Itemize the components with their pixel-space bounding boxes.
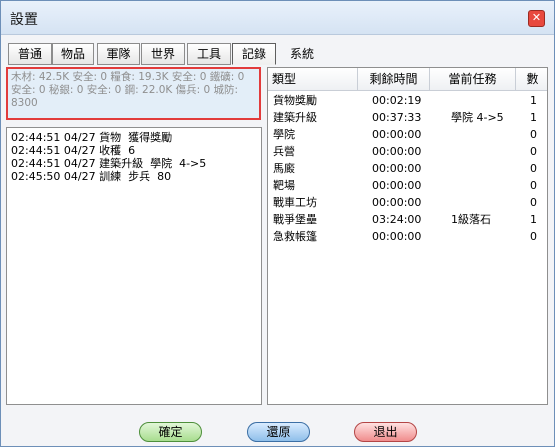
- exit-button[interactable]: 退出: [354, 422, 417, 442]
- cell-type: 貨物獎勵: [273, 94, 317, 107]
- table-row[interactable]: 戰車工坊 00:00:00 0: [268, 194, 547, 211]
- cell-type: 兵營: [273, 145, 295, 158]
- tab-army[interactable]: 軍隊: [97, 43, 140, 65]
- cell-task: 學院 4->5: [451, 111, 504, 124]
- window-title: 設置: [10, 12, 38, 28]
- cell-count: 0: [530, 179, 537, 192]
- col-type[interactable]: 類型: [268, 68, 358, 90]
- log-line: 02:44:51 04/27 收穫 6: [11, 144, 136, 157]
- table-row[interactable]: 馬廄 00:00:00 0: [268, 160, 547, 177]
- col-count[interactable]: 數: [516, 68, 547, 90]
- cell-task: 1級落石: [451, 213, 491, 226]
- task-table[interactable]: 類型 剩餘時間 當前任務 數 貨物獎勵 00:02:19 1 建築升級 00:3…: [267, 67, 548, 405]
- event-log[interactable]: 02:44:51 04/27 貨物 獲得獎勵 02:44:51 04/27 收穫…: [6, 127, 262, 405]
- settings-window: 設置 ✕ 普通 物品 軍隊 世界 工具 記錄 系統 木材: 42.5K 安全: …: [0, 0, 555, 447]
- table-row[interactable]: 靶場 00:00:00 0: [268, 177, 547, 194]
- tab-items[interactable]: 物品: [52, 43, 94, 65]
- cell-type: 急救帳篷: [273, 230, 317, 243]
- table-row[interactable]: 建築升級 00:37:33 學院 4->5 1: [268, 109, 547, 126]
- cell-count: 1: [530, 111, 537, 124]
- cell-count: 1: [530, 213, 537, 226]
- cell-type: 戰車工坊: [273, 196, 317, 209]
- tab-records[interactable]: 記錄: [232, 43, 276, 65]
- confirm-button[interactable]: 確定: [139, 422, 202, 442]
- cell-type: 建築升級: [273, 111, 317, 124]
- cell-count: 0: [530, 196, 537, 209]
- cell-remaining: 00:00:00: [372, 162, 422, 175]
- tab-general[interactable]: 普通: [8, 43, 52, 65]
- log-line: 02:45:50 04/27 訓練 步兵 80: [11, 170, 172, 183]
- tab-tools[interactable]: 工具: [187, 43, 231, 65]
- cell-count: 0: [530, 145, 537, 158]
- cell-remaining: 00:00:00: [372, 230, 422, 243]
- table-row[interactable]: 兵營 00:00:00 0: [268, 143, 547, 160]
- cell-remaining: 00:37:33: [372, 111, 422, 124]
- cell-count: 0: [530, 230, 537, 243]
- col-remaining[interactable]: 剩餘時間: [358, 68, 430, 90]
- tab-system[interactable]: 系統: [280, 43, 324, 65]
- col-current-task[interactable]: 當前任務: [430, 68, 516, 90]
- log-line: 02:44:51 04/27 建築升級 學院 4->5: [11, 157, 207, 170]
- table-row[interactable]: 學院 00:00:00 0: [268, 126, 547, 143]
- resource-stats: 木材: 42.5K 安全: 0 糧食: 19.3K 安全: 0 鐵礦: 0 安全…: [6, 67, 261, 120]
- cell-count: 0: [530, 128, 537, 141]
- cell-remaining: 03:24:00: [372, 213, 422, 226]
- restore-button[interactable]: 還原: [247, 422, 310, 442]
- table-row[interactable]: 貨物獎勵 00:02:19 1: [268, 92, 547, 109]
- cell-type: 靶場: [273, 179, 295, 192]
- title-bar: 設置 ✕: [1, 1, 554, 35]
- close-icon[interactable]: ✕: [528, 10, 545, 27]
- cell-remaining: 00:00:00: [372, 196, 422, 209]
- table-body: 貨物獎勵 00:02:19 1 建築升級 00:37:33 學院 4->5 1 …: [268, 92, 547, 245]
- cell-type: 學院: [273, 128, 295, 141]
- cell-count: 0: [530, 162, 537, 175]
- cell-remaining: 00:00:00: [372, 145, 422, 158]
- cell-remaining: 00:00:00: [372, 128, 422, 141]
- tab-world[interactable]: 世界: [141, 43, 185, 65]
- cell-type: 馬廄: [273, 162, 295, 175]
- cell-remaining: 00:02:19: [372, 94, 422, 107]
- log-line: 02:44:51 04/27 貨物 獲得獎勵: [11, 131, 173, 144]
- table-row[interactable]: 戰爭堡壘 03:24:00 1級落石 1: [268, 211, 547, 228]
- cell-remaining: 00:00:00: [372, 179, 422, 192]
- cell-type: 戰爭堡壘: [273, 213, 317, 226]
- cell-count: 1: [530, 94, 537, 107]
- table-header: 類型 剩餘時間 當前任務 數: [268, 68, 547, 91]
- table-row[interactable]: 急救帳篷 00:00:00 0: [268, 228, 547, 245]
